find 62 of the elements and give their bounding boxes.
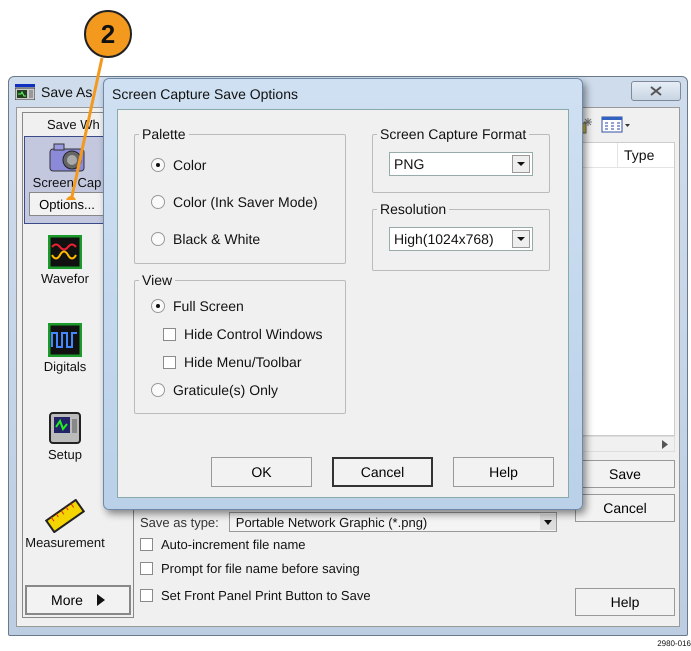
checkbox[interactable]: [140, 538, 153, 550]
radio-label: Color (Ink Saver Mode): [173, 194, 318, 210]
sidebar-label: Measurement: [25, 535, 105, 550]
dialog-button[interactable]: Help: [575, 588, 675, 616]
more-button[interactable]: More: [25, 585, 131, 615]
close-button[interactable]: [631, 81, 681, 101]
radio-button[interactable]: [151, 232, 165, 246]
group-label: Resolution: [379, 201, 448, 217]
field-label: Save as type:: [140, 514, 219, 530]
window-title: Save As: [41, 84, 92, 100]
radio-label: Color: [173, 156, 206, 172]
checkbox-label: Hide Control Windows: [184, 326, 322, 342]
dialog-button[interactable]: Help: [453, 457, 554, 487]
sidebar-item[interactable]: Setup: [23, 406, 133, 486]
radio-label: Black & White: [173, 230, 260, 246]
sidebar-label: Wavefor: [41, 271, 89, 286]
dialog-button[interactable]: OK: [211, 457, 312, 487]
column-header[interactable]: Type: [618, 143, 674, 167]
monitor-icon: [48, 411, 82, 445]
checkbox-label: Set Front Panel Print Button to Save: [161, 588, 371, 602]
close-icon: [650, 86, 662, 96]
checkbox-label: Prompt for file name before saving: [161, 560, 360, 576]
group-label: Screen Capture Format: [379, 126, 528, 142]
radio-label: Full Screen: [173, 298, 244, 314]
camera-icon: [48, 141, 86, 173]
radio-button[interactable]: [151, 158, 165, 172]
sidebar-item[interactable]: Wavefor: [23, 230, 133, 310]
caret-down-icon: [512, 230, 530, 248]
resolution-dropdown[interactable]: High(1024x768): [389, 227, 533, 251]
caret-down-icon: [512, 155, 530, 173]
oscilloscope-icon: [15, 84, 35, 100]
waveform-icon: [48, 235, 82, 269]
sidebar-label: Screen Cap: [32, 175, 102, 190]
radio-button[interactable]: [151, 194, 165, 208]
square-wave-icon: [48, 323, 82, 357]
view-menu-icon[interactable]: [601, 116, 631, 134]
group-label: View: [141, 272, 174, 288]
radio-button[interactable]: [151, 299, 165, 313]
options-button[interactable]: Options...: [29, 192, 105, 216]
checkbox-label: Hide Menu/Toolbar: [184, 354, 302, 370]
sidebar-item[interactable]: Measurement: [23, 494, 133, 574]
arrow-right-icon[interactable]: [662, 440, 668, 448]
sidebar-label: Setup: [48, 447, 82, 462]
checkbox[interactable]: [140, 562, 153, 574]
file-type-dropdown[interactable]: Portable Network Graphic (*.png): [228, 512, 557, 532]
dialog-button[interactable]: Cancel: [575, 494, 675, 522]
radio-button[interactable]: [151, 383, 165, 397]
sidebar-label: Digitals: [44, 359, 86, 374]
format-dropdown[interactable]: PNG: [389, 152, 533, 176]
dialog-title: Screen Capture Save Options: [111, 85, 299, 104]
checkbox[interactable]: [163, 356, 176, 368]
arrow-right-icon: [96, 594, 105, 606]
checkbox-label: Auto-increment file name: [161, 536, 306, 552]
caret-down-icon: [540, 514, 556, 530]
checkbox[interactable]: [163, 328, 176, 340]
checkbox[interactable]: [140, 588, 153, 602]
group-label: Palette: [141, 126, 187, 142]
step-number-badge: 2: [84, 10, 132, 58]
radio-label: Graticule(s) Only: [173, 382, 278, 398]
sidebar-item[interactable]: Digitals: [23, 318, 133, 398]
figure-id: 2980-016: [656, 639, 691, 648]
dialog-button[interactable]: Cancel: [332, 457, 433, 487]
